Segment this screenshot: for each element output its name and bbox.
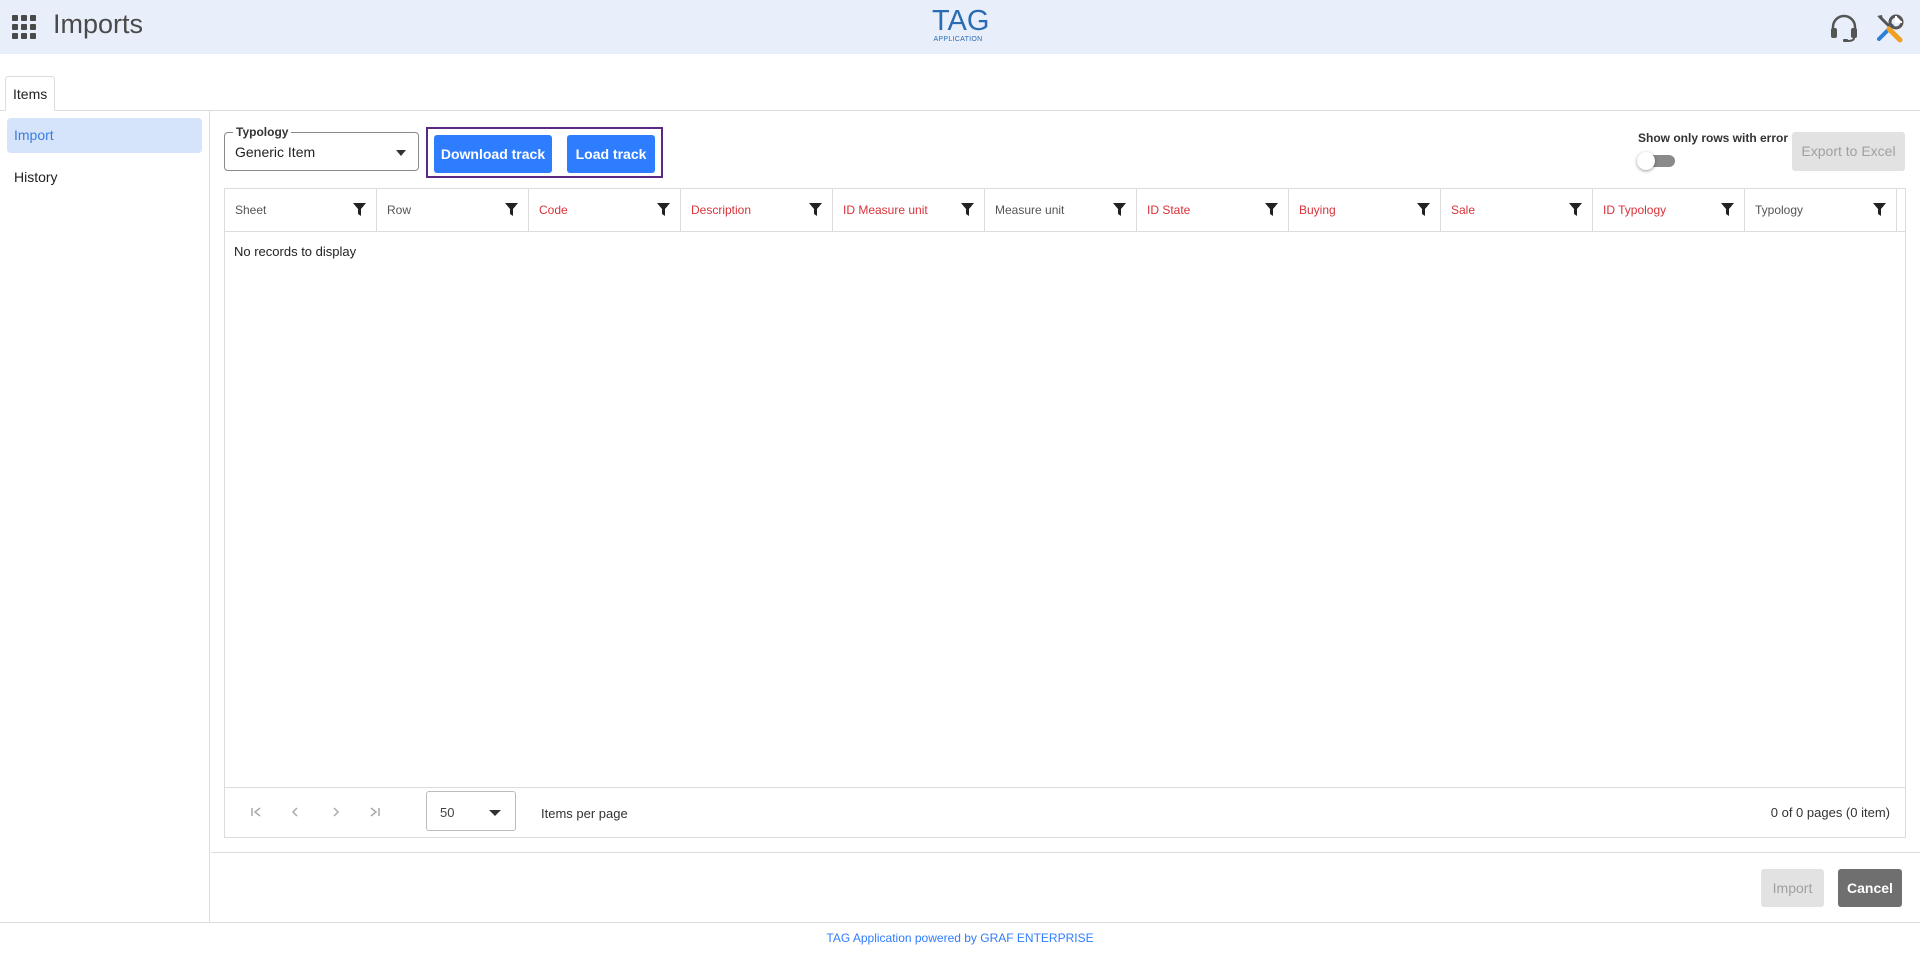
first-page-icon[interactable] [249, 805, 263, 819]
caret-down-icon [396, 150, 406, 156]
grid-pager: 50 Items per page 0 of 0 pages (0 item) [225, 787, 1905, 837]
typology-value: Generic Item [235, 144, 316, 160]
filter-icon[interactable] [961, 203, 974, 217]
tools-icon[interactable] [1874, 12, 1906, 44]
column-header[interactable]: ID Typology [1593, 189, 1745, 231]
action-bar: Import Cancel [211, 852, 1920, 922]
tag-logo: TAG APPLICATION [932, 5, 990, 44]
sidebar-item-import[interactable]: Import [7, 118, 202, 153]
tab-items[interactable]: Items [5, 76, 56, 111]
caret-down-icon [489, 810, 501, 816]
toggle-knob [1637, 152, 1655, 170]
page-footer: TAG Application powered by GRAF ENTERPRI… [0, 922, 1920, 953]
import-button[interactable]: Import [1761, 869, 1824, 907]
column-header[interactable]: Sale [1441, 189, 1593, 231]
column-header[interactable]: Sheet [225, 189, 377, 231]
column-header[interactable]: Buying [1289, 189, 1441, 231]
column-header[interactable]: ID State [1137, 189, 1289, 231]
items-per-page-select[interactable]: 50 [426, 791, 516, 831]
column-title: Sheet [235, 203, 267, 217]
typology-label: Typology [233, 125, 292, 139]
sidebar-item-history[interactable]: History [7, 160, 202, 195]
typology-select[interactable]: Typology Generic Item [224, 125, 419, 171]
items-per-page-label: Items per page [541, 806, 628, 821]
tab-bar: Items [0, 54, 1920, 111]
column-header[interactable]: ID Measure unit [833, 189, 985, 231]
last-page-icon[interactable] [368, 805, 382, 819]
logo-main-text: TAG [932, 5, 990, 37]
column-title: Row [387, 203, 412, 217]
apps-grid-icon[interactable] [12, 15, 38, 39]
logo-sub-text: APPLICATION [933, 36, 983, 43]
next-page-icon[interactable] [329, 805, 343, 819]
footer-credit: TAG Application powered by GRAF ENTERPRI… [826, 931, 1094, 945]
page-info: 0 of 0 pages (0 item) [1770, 805, 1890, 820]
column-header[interactable]: Measure unit [985, 189, 1137, 231]
column-title: Measure unit [995, 203, 1065, 217]
column-title: ID Measure unit [843, 203, 928, 217]
page-title: Imports [53, 9, 144, 39]
per-page-value: 50 [440, 805, 455, 820]
column-header[interactable]: Row [377, 189, 529, 231]
column-title: Code [539, 203, 568, 217]
column-title: ID Typology [1603, 203, 1667, 217]
column-header[interactable]: Description [681, 189, 833, 231]
filter-icon[interactable] [1873, 203, 1886, 217]
filter-icon[interactable] [353, 203, 366, 217]
column-title: ID State [1147, 203, 1191, 217]
filter-icon[interactable] [1569, 203, 1582, 217]
column-header[interactable]: Code [529, 189, 681, 231]
filter-icon[interactable] [657, 203, 670, 217]
filter-icon[interactable] [1265, 203, 1278, 217]
no-records-message: No records to display [234, 244, 357, 259]
column-title: Buying [1299, 203, 1336, 217]
track-buttons-group: Download track Load track [426, 127, 663, 178]
download-track-button[interactable]: Download track [434, 135, 552, 173]
error-rows-toggle[interactable] [1637, 152, 1679, 170]
filter-icon[interactable] [1417, 203, 1430, 217]
filter-icon[interactable] [809, 203, 822, 217]
app-header: Imports TAG APPLICATION [0, 0, 1920, 54]
column-title: Sale [1451, 203, 1476, 217]
sidebar: Import History [0, 111, 210, 922]
error-rows-toggle-label: Show only rows with error [1638, 131, 1789, 145]
grid-header: Sheet Row Code Description ID Measure unit Me… [225, 189, 1905, 232]
filter-icon[interactable] [1721, 203, 1734, 217]
headset-support-icon[interactable] [1829, 14, 1859, 42]
filter-icon[interactable] [1113, 203, 1126, 217]
cancel-button[interactable]: Cancel [1838, 869, 1902, 907]
load-track-button[interactable]: Load track [567, 135, 655, 173]
previous-page-icon[interactable] [288, 805, 302, 819]
column-title: Typology [1755, 203, 1804, 217]
column-header[interactable]: Typology [1745, 189, 1897, 231]
import-grid: Sheet Row Code Description ID Measure unit Me… [224, 188, 1906, 838]
filter-icon[interactable] [505, 203, 518, 217]
column-title: Description [691, 203, 752, 217]
export-excel-button[interactable]: Export to Excel [1792, 132, 1905, 171]
